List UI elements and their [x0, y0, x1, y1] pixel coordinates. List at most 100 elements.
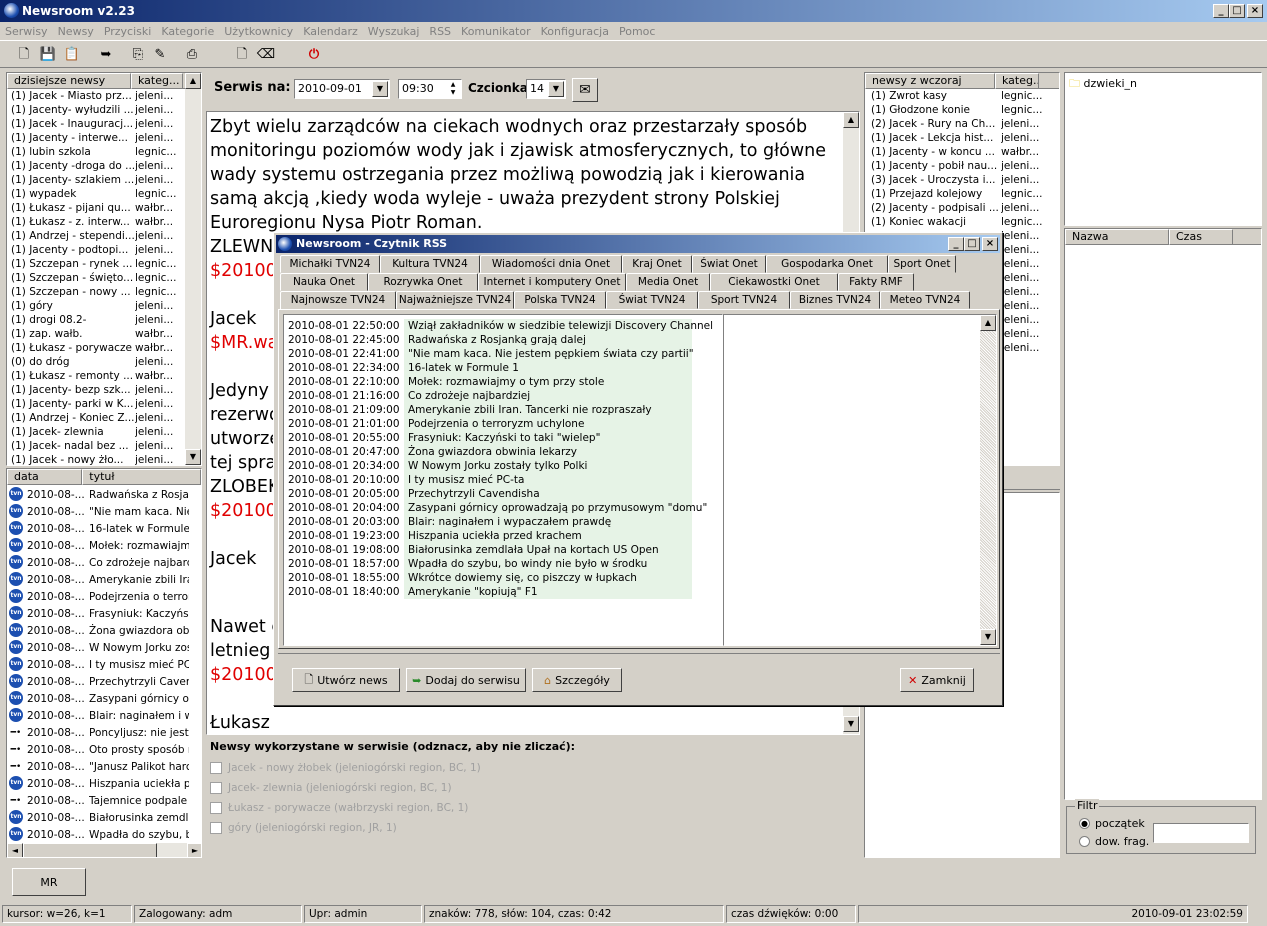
rss-item[interactable]: 2010-08-01 20:03:00 Blair: naginałem i wy…: [284, 515, 722, 529]
rss-item[interactable]: 2010-08-01 20:05:00 Przechytrzyli Cavendi…: [284, 487, 722, 501]
horizontal-scrollbar[interactable]: ◄ ►: [7, 843, 201, 857]
filter-option-start[interactable]: ● początek: [1079, 817, 1145, 830]
rss-item[interactable]: 2010-08-01 20:10:00 I ty musisz mieć PC-t…: [284, 473, 722, 487]
tab-tabs3[interactable]: Najnowsze TVN24: [280, 291, 396, 310]
list-item[interactable]: ━• 2010-08-... "Janusz Palikot harc: [7, 759, 201, 776]
power-icon[interactable]: ⏻: [304, 45, 324, 65]
list-item[interactable]: (2) Jacek - Rury na Ch... jeleni...: [871, 117, 1059, 131]
col-header[interactable]: newsy z wczoraj: [865, 73, 995, 89]
new-page-icon[interactable]: 🗋: [232, 45, 252, 65]
list-item[interactable]: (1) Jacenty -droga do ... jeleni...: [11, 159, 201, 173]
tab-tabs1[interactable]: Świat Onet: [692, 255, 766, 273]
list-item[interactable]: tvn 2010-08-... Hiszpania uciekła pr: [7, 776, 201, 793]
col-header[interactable]: Czas: [1169, 229, 1233, 245]
pencil-icon[interactable]: ✎: [150, 45, 170, 65]
rss-item-list[interactable]: 2010-08-01 22:50:00 Wziął zakładników w s…: [283, 314, 723, 646]
date-picker[interactable]: 2010-09-01 ▼: [294, 79, 390, 99]
used-news-item[interactable]: Jacek - nowy żłobek (jeleniogórski regio…: [210, 758, 850, 778]
tab-tabs1[interactable]: Michałki TVN24: [280, 255, 380, 273]
list-item[interactable]: ━• 2010-08-... Poncyljusz: nie jeste: [7, 725, 201, 742]
tab-tabs2[interactable]: Rozrywka Onet: [368, 273, 478, 291]
close-button[interactable]: ✕ Zamknij: [900, 668, 974, 692]
list-item[interactable]: (0) do dróg jeleni...: [11, 355, 201, 369]
list-item[interactable]: (1) Jacek- zlewnia jeleni...: [11, 425, 201, 439]
new-document-icon[interactable]: 🗋: [14, 45, 34, 65]
rss-item[interactable]: 2010-08-01 18:40:00 Amerykanie "kopiują" …: [284, 585, 722, 599]
scroll-right-icon[interactable]: ►: [187, 843, 201, 857]
list-item[interactable]: tvn 2010-08-... Co zdrożeje najbardz: [7, 555, 201, 572]
scroll-down-icon[interactable]: ▼: [843, 716, 859, 732]
list-item[interactable]: tvn 2010-08-... "Nie mam kaca. Nie: [7, 504, 201, 521]
list-item[interactable]: tvn 2010-08-... Mołek: rozmawiajmy: [7, 538, 201, 555]
tab-tabs1[interactable]: Kraj Onet: [622, 255, 692, 273]
list-item[interactable]: tvn 2010-08-... Przechytrzyli Cavenc: [7, 674, 201, 691]
list-item[interactable]: (1) Jacenty - pobił nau... jeleni...: [871, 159, 1059, 173]
checkbox-icon[interactable]: [210, 822, 222, 834]
rss-item[interactable]: 2010-08-01 22:34:00 16-latek w Formule 1: [284, 361, 722, 375]
menu-item[interactable]: Wyszukaj: [363, 25, 425, 38]
minimize-icon[interactable]: _: [948, 237, 964, 251]
list-item[interactable]: tvn 2010-08-... Blair: naginałem i wy: [7, 708, 201, 725]
list-item[interactable]: (1) zap. wałb. wałbr...: [11, 327, 201, 341]
menu-item[interactable]: Kalendarz: [298, 25, 363, 38]
rss-item[interactable]: 2010-08-01 22:41:00 "Nie mam kaca. Nie je…: [284, 347, 722, 361]
menu-item[interactable]: Newsy: [53, 25, 99, 38]
menu-item[interactable]: Pomoc: [614, 25, 660, 38]
tab-tabs3[interactable]: Biznes TVN24: [790, 291, 880, 309]
maximize-icon[interactable]: □: [1229, 4, 1245, 18]
rss-item[interactable]: 2010-08-01 20:47:00 Żona gwiazdora obwini…: [284, 445, 722, 459]
tab-tabs3[interactable]: Polska TVN24: [514, 291, 606, 309]
list-item[interactable]: (1) Andrzej - Koniec Z... jeleni...: [11, 411, 201, 425]
list-item[interactable]: (1) Szczepan - rynek ... legnic...: [11, 257, 201, 271]
list-item[interactable]: (1) Jacenty- bezp szk... jeleni...: [11, 383, 201, 397]
tab-tabs1[interactable]: Kultura TVN24: [380, 255, 480, 273]
scroll-down-icon[interactable]: ▼: [185, 449, 201, 465]
list-item[interactable]: (1) Jacenty- parki w K... jeleni...: [11, 397, 201, 411]
list-item[interactable]: tvn 2010-08-... Żona gwiazdora obw: [7, 623, 201, 640]
list-item[interactable]: (1) Głodzone konie legnic...: [871, 103, 1059, 117]
list-item[interactable]: tvn 2010-08-... Amerykanie zbili Iran: [7, 572, 201, 589]
used-news-item[interactable]: Jacek- zlewnia (jeleniogórski region, BC…: [210, 778, 850, 798]
tab-tabs3[interactable]: Meteo TVN24: [880, 291, 970, 309]
rss-item[interactable]: 2010-08-01 20:55:00 Frasyniuk: Kaczyński …: [284, 431, 722, 445]
rss-item[interactable]: 2010-08-01 21:01:00 Podejrzenia o terrory…: [284, 417, 722, 431]
close-icon[interactable]: ×: [1247, 4, 1263, 18]
list-item[interactable]: (1) Jacenty - podtopi... jeleni...: [11, 243, 201, 257]
list-item[interactable]: (1) Zwrot kasy legnic...: [871, 89, 1059, 103]
scroll-up-icon[interactable]: ▲: [980, 315, 996, 331]
menu-item[interactable]: Komunikator: [456, 25, 536, 38]
rss-item[interactable]: 2010-08-01 20:04:00 Zasypani górnicy opro…: [284, 501, 722, 515]
chevron-down-icon[interactable]: ▼: [372, 81, 388, 97]
list-item[interactable]: tvn 2010-08-... I ty musisz mieć PC-t: [7, 657, 201, 674]
list-item[interactable]: tvn 2010-08-... Zasypani górnicy opr: [7, 691, 201, 708]
tab-tabs3[interactable]: Najważniejsze TVN24: [396, 291, 514, 309]
menu-item[interactable]: Użytkownicy: [219, 25, 298, 38]
list-item[interactable]: tvn 2010-08-... Frasyniuk: Kaczyńsk: [7, 606, 201, 623]
eraser-icon[interactable]: ⌫: [256, 45, 276, 65]
scroll-left-icon[interactable]: ◄: [7, 843, 23, 857]
scrollbar[interactable]: ▲ ▼: [185, 73, 201, 465]
rss-item[interactable]: 2010-08-01 19:08:00 Białorusinka zemdlała…: [284, 543, 722, 557]
list-item[interactable]: (1) Koniec wakacji legnic...: [871, 215, 1059, 229]
list-item[interactable]: tvn 2010-08-... Wpadła do szybu, b: [7, 827, 201, 844]
menu-item[interactable]: Serwisy: [0, 25, 53, 38]
list-item[interactable]: tvn 2010-08-... Radwańska z Rosjan: [7, 487, 201, 504]
tab-tabs2[interactable]: Fakty RMF: [838, 273, 914, 291]
list-item[interactable]: (1) Jacenty- wyłudzili ... jeleni...: [11, 103, 201, 117]
list-item[interactable]: (1) Łukasz - z. interw... wałbr...: [11, 215, 201, 229]
scroll-up-icon[interactable]: ▲: [185, 73, 201, 89]
list-item[interactable]: (1) Jacek- nadal bez ... jeleni...: [11, 439, 201, 453]
print-icon[interactable]: ⎙: [182, 45, 202, 65]
col-header[interactable]: dzisiejsze newsy: [7, 73, 131, 89]
list-item[interactable]: (1) góry jeleni...: [11, 299, 201, 313]
today-news-list[interactable]: dzisiejsze newsy kateg... (1) Jacek - Mia…: [6, 72, 202, 466]
copy-icon[interactable]: ⎘: [128, 45, 148, 65]
filter-option-fragment[interactable]: dow. frag.: [1079, 835, 1149, 848]
mr-button[interactable]: MR: [12, 868, 86, 896]
checkbox-icon[interactable]: [210, 782, 222, 794]
list-item[interactable]: (1) Łukasz - porywacze wałbr...: [11, 341, 201, 355]
menu-item[interactable]: Przyciski: [99, 25, 157, 38]
radio-icon[interactable]: [1079, 836, 1090, 847]
menu-item[interactable]: Kategorie: [156, 25, 219, 38]
list-item[interactable]: tvn 2010-08-... 16-latek w Formule 1: [7, 521, 201, 538]
